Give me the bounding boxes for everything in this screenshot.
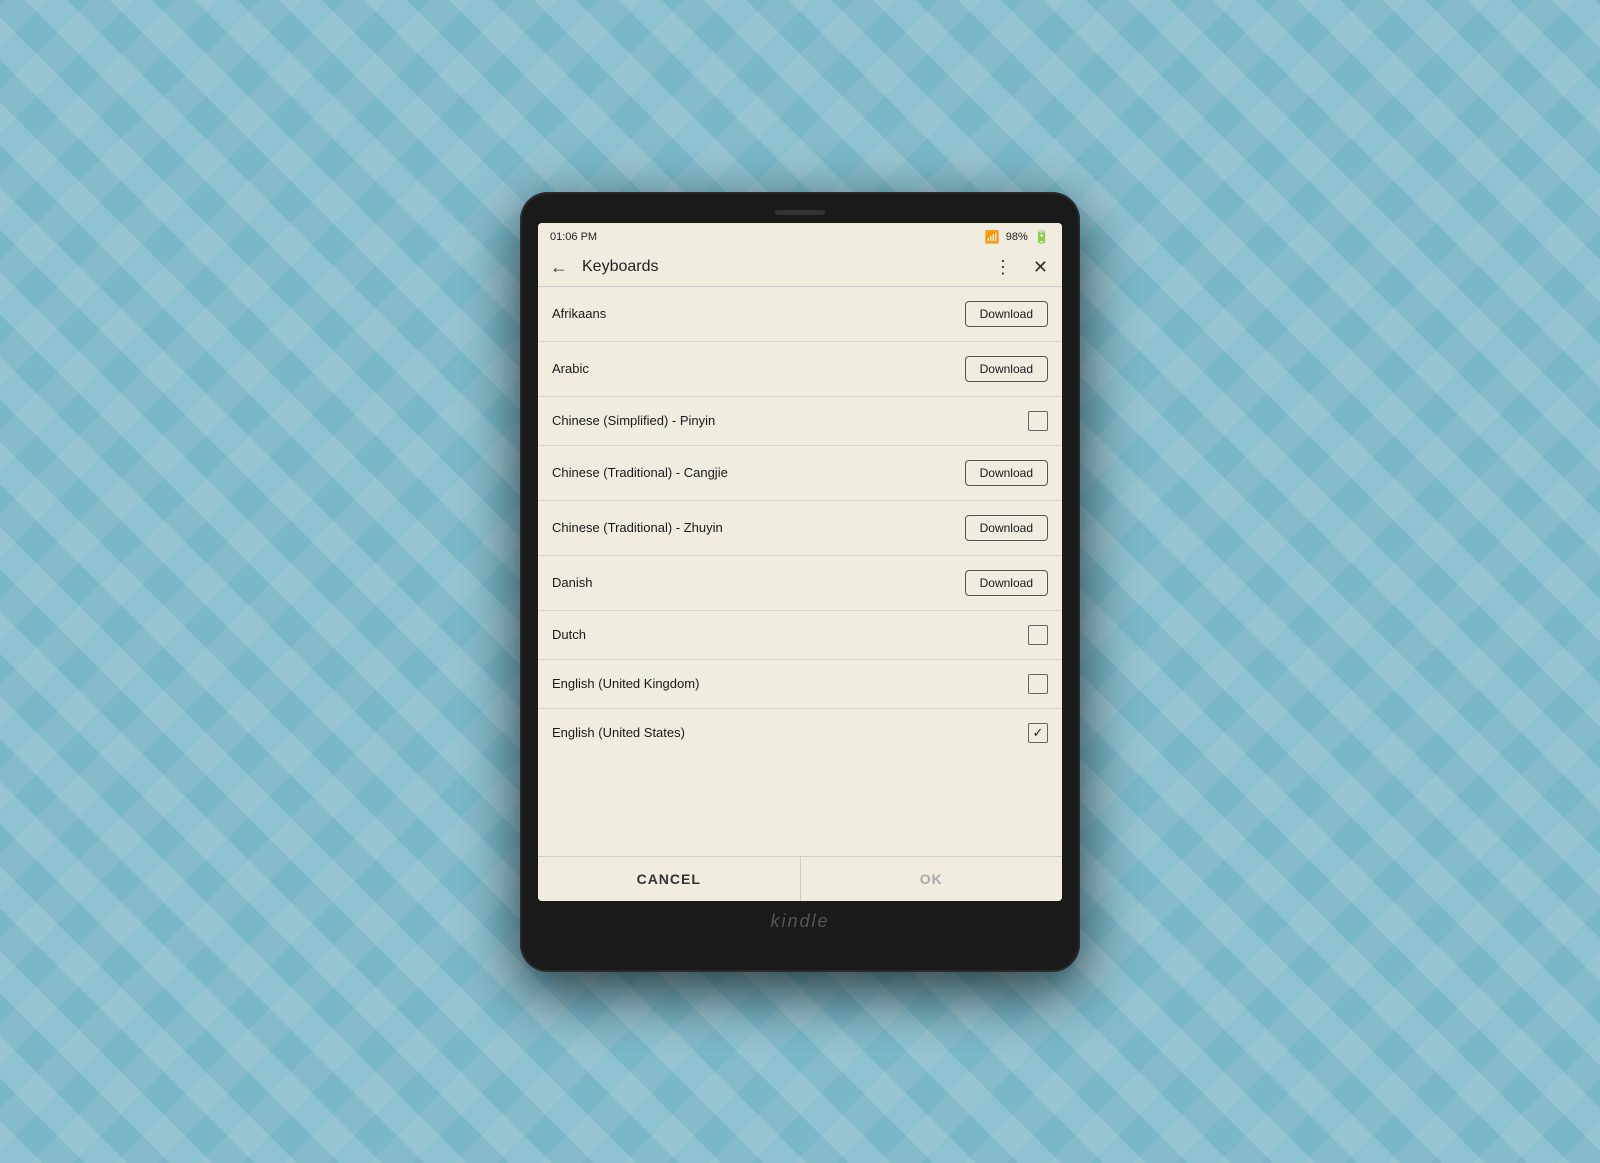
cancel-button[interactable]: CANCEL	[538, 857, 800, 901]
close-button[interactable]: ✕	[1029, 255, 1052, 280]
keyboard-item-chinese-traditional-cangjie: Chinese (Traditional) - CangjieDownload	[538, 446, 1062, 501]
status-bar: 01:06 PM 📶 98% 🔋	[538, 223, 1062, 249]
battery-icon: 🔋	[1034, 229, 1050, 245]
checkbox-english-uk[interactable]	[1028, 674, 1048, 694]
keyboard-item-english-uk: English (United Kingdom)	[538, 660, 1062, 709]
kindle-notch	[775, 210, 825, 215]
wifi-icon: 📶	[985, 230, 1000, 244]
checkbox-dutch[interactable]	[1028, 625, 1048, 645]
keyboard-item-english-us: English (United States)	[538, 709, 1062, 757]
keyboard-item-afrikaans: AfrikaansDownload	[538, 287, 1062, 342]
menu-button[interactable]: ⋮	[988, 255, 1019, 280]
time-display: 01:06 PM	[550, 231, 597, 243]
keyboard-item-chinese-simplified: Chinese (Simplified) - Pinyin	[538, 397, 1062, 446]
keyboard-name-chinese-traditional-cangjie: Chinese (Traditional) - Cangjie	[552, 465, 965, 480]
download-button-chinese-traditional-zhuyin[interactable]: Download	[965, 515, 1048, 541]
keyboard-name-chinese-simplified: Chinese (Simplified) - Pinyin	[552, 413, 1028, 428]
download-button-afrikaans[interactable]: Download	[965, 301, 1048, 327]
keyboard-item-dutch: Dutch	[538, 611, 1062, 660]
keyboard-item-danish: DanishDownload	[538, 556, 1062, 611]
kindle-brand: kindle	[770, 911, 829, 932]
download-button-arabic[interactable]: Download	[965, 356, 1048, 382]
download-button-danish[interactable]: Download	[965, 570, 1048, 596]
battery-display: 98%	[1006, 231, 1028, 243]
action-bar: CANCEL OK	[538, 856, 1062, 901]
keyboard-name-english-us: English (United States)	[552, 725, 1028, 740]
page-title: Keyboards	[582, 258, 978, 276]
checkbox-chinese-simplified[interactable]	[1028, 411, 1048, 431]
keyboard-name-danish: Danish	[552, 575, 965, 590]
kindle-screen: 01:06 PM 📶 98% 🔋 ← Keyboards ⋮ ✕ Afrikaa…	[538, 223, 1062, 901]
keyboard-item-chinese-traditional-zhuyin: Chinese (Traditional) - ZhuyinDownload	[538, 501, 1062, 556]
download-button-chinese-traditional-cangjie[interactable]: Download	[965, 460, 1048, 486]
title-bar: ← Keyboards ⋮ ✕	[538, 249, 1062, 287]
keyboard-name-chinese-traditional-zhuyin: Chinese (Traditional) - Zhuyin	[552, 520, 965, 535]
kindle-device: 01:06 PM 📶 98% 🔋 ← Keyboards ⋮ ✕ Afrikaa…	[520, 192, 1080, 972]
keyboard-item-arabic: ArabicDownload	[538, 342, 1062, 397]
status-right: 📶 98% 🔋	[985, 229, 1050, 245]
back-button[interactable]: ←	[546, 255, 572, 280]
keyboard-name-english-uk: English (United Kingdom)	[552, 676, 1028, 691]
checkbox-english-us[interactable]	[1028, 723, 1048, 743]
ok-button[interactable]: OK	[800, 857, 1063, 901]
keyboard-name-dutch: Dutch	[552, 627, 1028, 642]
keyboard-name-arabic: Arabic	[552, 361, 965, 376]
keyboard-list: AfrikaansDownloadArabicDownloadChinese (…	[538, 287, 1062, 856]
keyboard-name-afrikaans: Afrikaans	[552, 306, 965, 321]
